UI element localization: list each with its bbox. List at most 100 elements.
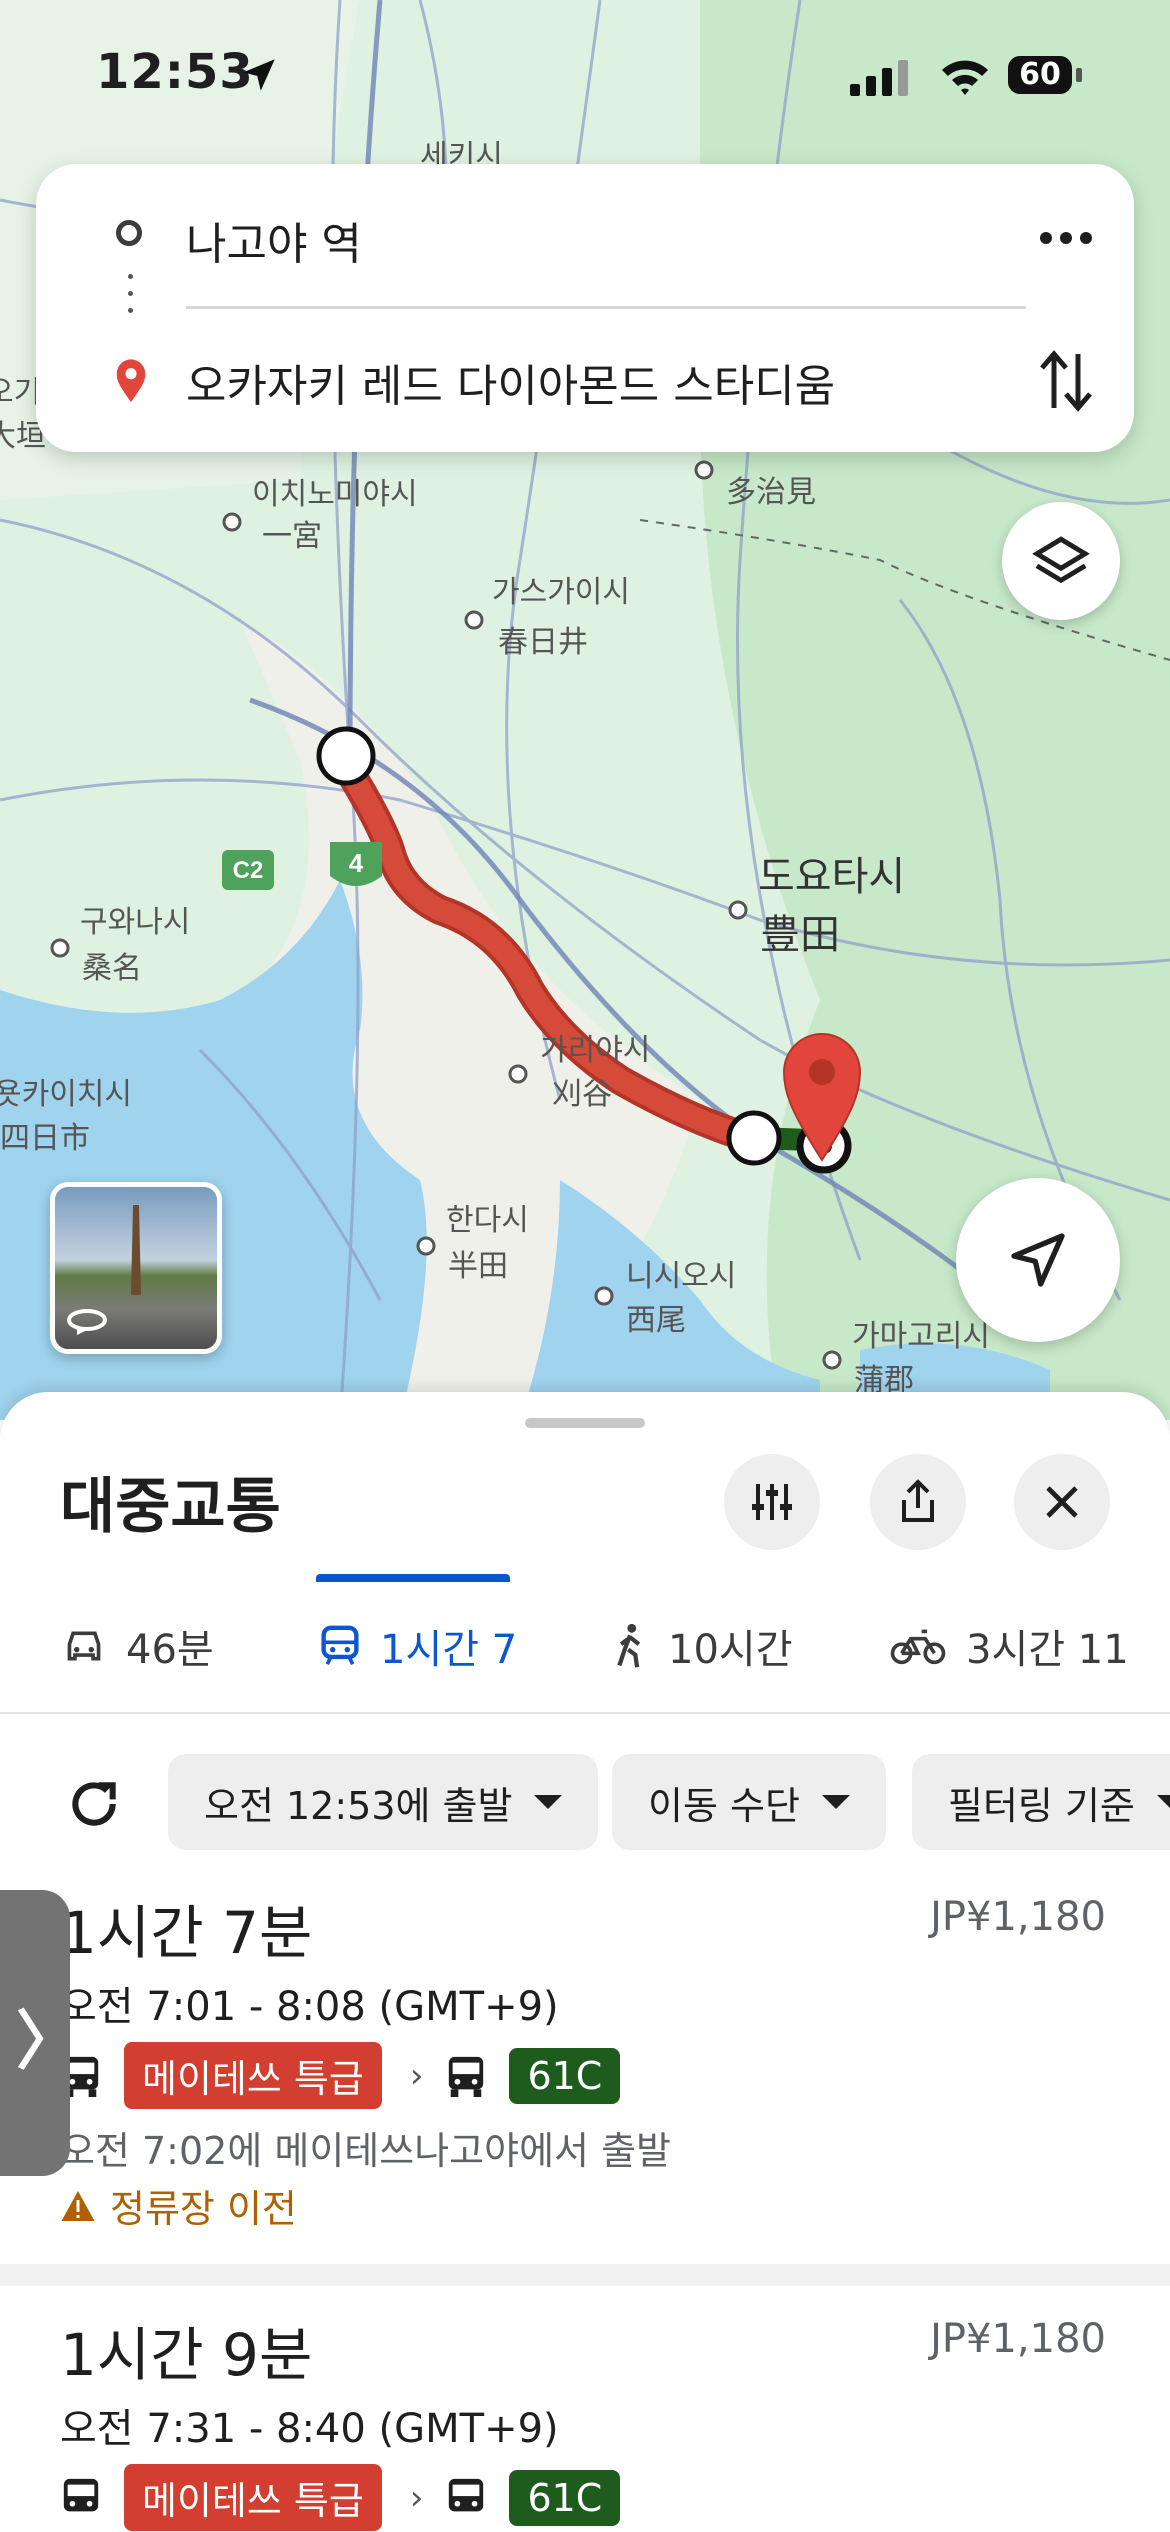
- service-alert-label: 정류장 이전: [110, 2187, 297, 2231]
- map-label: 욧카이치시: [0, 1077, 132, 1112]
- tower-image: [131, 1205, 141, 1295]
- dropdown-caret-icon: [821, 1795, 850, 1809]
- map-label: 桑名: [82, 951, 142, 986]
- route-times: 오전 7:01 - 8:08 (GMT+9): [60, 1984, 559, 2030]
- wifi-icon: [942, 60, 988, 95]
- sheet-drag-handle[interactable]: [525, 1418, 645, 1428]
- navigate-button[interactable]: [956, 1178, 1120, 1342]
- map-label: 四日市: [0, 1121, 90, 1156]
- route-price: JP¥1,180: [930, 1894, 1106, 1940]
- travel-mode-tabs: 46분 1시간 7 10시간 3시간 11: [0, 1582, 1170, 1712]
- street-view-thumbnail[interactable]: [50, 1182, 222, 1354]
- map-layers-button[interactable]: [1002, 502, 1120, 620]
- transit-mode-dropdown[interactable]: 이동 수단: [612, 1754, 886, 1850]
- route-option[interactable]: 1시간 7분 JP¥1,180 오전 7:01 - 8:08 (GMT+9) 메…: [0, 1864, 1170, 2264]
- warning-icon: [61, 2190, 95, 2221]
- tab-transit-label: 1시간 7: [380, 1627, 518, 1673]
- map-label: 一宮: [262, 519, 322, 554]
- share-button[interactable]: [870, 1454, 966, 1550]
- service-alert[interactable]: 정류장 이전: [60, 2178, 297, 2233]
- car-icon: [67, 1631, 101, 1661]
- map-label: 豊田: [760, 912, 840, 958]
- refresh-icon[interactable]: [66, 1776, 122, 1832]
- tab-cycling[interactable]: 3시간 11: [890, 1606, 1129, 1686]
- dropdown-caret-icon: [1156, 1795, 1170, 1809]
- transit-mode-label: 이동 수단: [648, 1783, 800, 1828]
- field-divider: [186, 306, 1026, 309]
- destination-field[interactable]: 오카자키 레드 다이아몬드 스타디움: [186, 350, 835, 414]
- rotate-360-icon: [67, 1309, 107, 1335]
- road-shield-c2-icon: C2: [222, 850, 274, 890]
- bus-line-badge: 61C: [509, 2047, 621, 2104]
- bike-icon: [890, 1629, 946, 1665]
- depart-time-label: 오전 12:53에 출발: [204, 1783, 513, 1828]
- location-arrow-icon: [243, 59, 275, 91]
- route-options-button[interactable]: [724, 1454, 820, 1550]
- route-price: JP¥1,180: [930, 2316, 1106, 2362]
- map-label: 多治見: [726, 475, 816, 510]
- chevron-right-icon: 〉: [16, 2005, 80, 2079]
- bus-icon: [449, 2056, 484, 2097]
- side-panel-handle[interactable]: 〉: [0, 1890, 80, 2176]
- tune-sliders-icon: [752, 1484, 792, 1520]
- filter-dropdown[interactable]: 필터링 기준: [912, 1754, 1170, 1850]
- origin-circle-icon: [116, 220, 142, 246]
- battery-indicator: 60: [1008, 56, 1072, 94]
- share-icon: [902, 1479, 934, 1522]
- transit-line-badge: 메이테쓰 특급: [124, 2464, 382, 2531]
- chevron-right-icon: ›: [409, 2477, 424, 2518]
- tab-walking[interactable]: 10시간: [612, 1606, 793, 1686]
- svg-text:C2: C2: [233, 857, 264, 884]
- route-legs: 메이테쓰 특급 › 61C: [60, 2464, 621, 2531]
- departure-info: 오전 7:02에 메이테쓰나고야에서 출발: [60, 2129, 672, 2173]
- tab-cycling-label: 3시간 11: [966, 1627, 1129, 1673]
- road-shield-4-icon: 4: [330, 842, 382, 886]
- battery-tip: [1076, 68, 1082, 82]
- route-times: 오전 7:31 - 8:40 (GMT+9): [60, 2406, 559, 2452]
- close-icon: [1046, 1486, 1078, 1518]
- dropdown-caret-icon: [534, 1795, 563, 1809]
- transit-icon: [321, 1625, 359, 1665]
- route-duration: 1시간 9분: [60, 2321, 313, 2389]
- map-label: 니시오시: [626, 1259, 736, 1294]
- cell-signal-icon: [850, 60, 908, 96]
- map-label: 구와나시: [80, 905, 190, 940]
- route-duration: 1시간 7분: [60, 1899, 313, 1967]
- filter-label: 필터링 기준: [948, 1783, 1135, 1828]
- directions-search-card: 나고야 역 오카자키 레드 다이아몬드 스타디움: [36, 164, 1134, 452]
- map-label: 한다시: [446, 1203, 529, 1238]
- map-label: 도요타시: [758, 854, 905, 900]
- tab-walking-label: 10시간: [668, 1627, 793, 1673]
- map-label: 西尾: [626, 1303, 686, 1338]
- filter-row: 오전 12:53에 출발 이동 수단 필터링 기준: [0, 1714, 1170, 1864]
- svg-text:4: 4: [349, 848, 364, 878]
- depart-time-dropdown[interactable]: 오전 12:53에 출발: [168, 1754, 599, 1850]
- route-legs: 메이테쓰 특급 › 61C: [60, 2042, 621, 2109]
- more-horizontal-icon[interactable]: [1036, 226, 1096, 250]
- bus-line-badge: 61C: [509, 2469, 621, 2526]
- route-dots: [128, 274, 133, 325]
- close-button[interactable]: [1014, 1454, 1110, 1550]
- sheet-title: 대중교통: [60, 1472, 281, 1542]
- map-label: 刈谷: [552, 1077, 612, 1112]
- walk-icon: [617, 1623, 641, 1668]
- map-label: 가마고리시: [852, 1319, 990, 1354]
- origin-field[interactable]: 나고야 역: [186, 208, 362, 272]
- bus-icon: [63, 2478, 99, 2511]
- clock: 12:53: [96, 44, 254, 100]
- origin-marker[interactable]: [316, 726, 376, 786]
- destination-pin-icon: [116, 359, 146, 403]
- swap-vertical-icon[interactable]: [1036, 346, 1096, 416]
- map-label: 半田: [448, 1249, 508, 1284]
- transit-line-badge: 메이테쓰 특급: [124, 2042, 382, 2109]
- tab-transit[interactable]: 1시간 7: [320, 1606, 517, 1686]
- map-label: 가스가이시: [492, 575, 630, 610]
- tab-driving[interactable]: 46분: [62, 1606, 214, 1686]
- map-label: 이치노미야시: [252, 477, 418, 512]
- bus-icon: [449, 2478, 484, 2511]
- layers-icon: [1032, 536, 1090, 584]
- transfer-marker[interactable]: [726, 1110, 782, 1166]
- map-label: 가리야시: [540, 1033, 650, 1068]
- navigation-arrow-icon: [1011, 1233, 1065, 1287]
- route-option[interactable]: 1시간 9분 JP¥1,180 오전 7:31 - 8:40 (GMT+9) 메…: [0, 2286, 1170, 2532]
